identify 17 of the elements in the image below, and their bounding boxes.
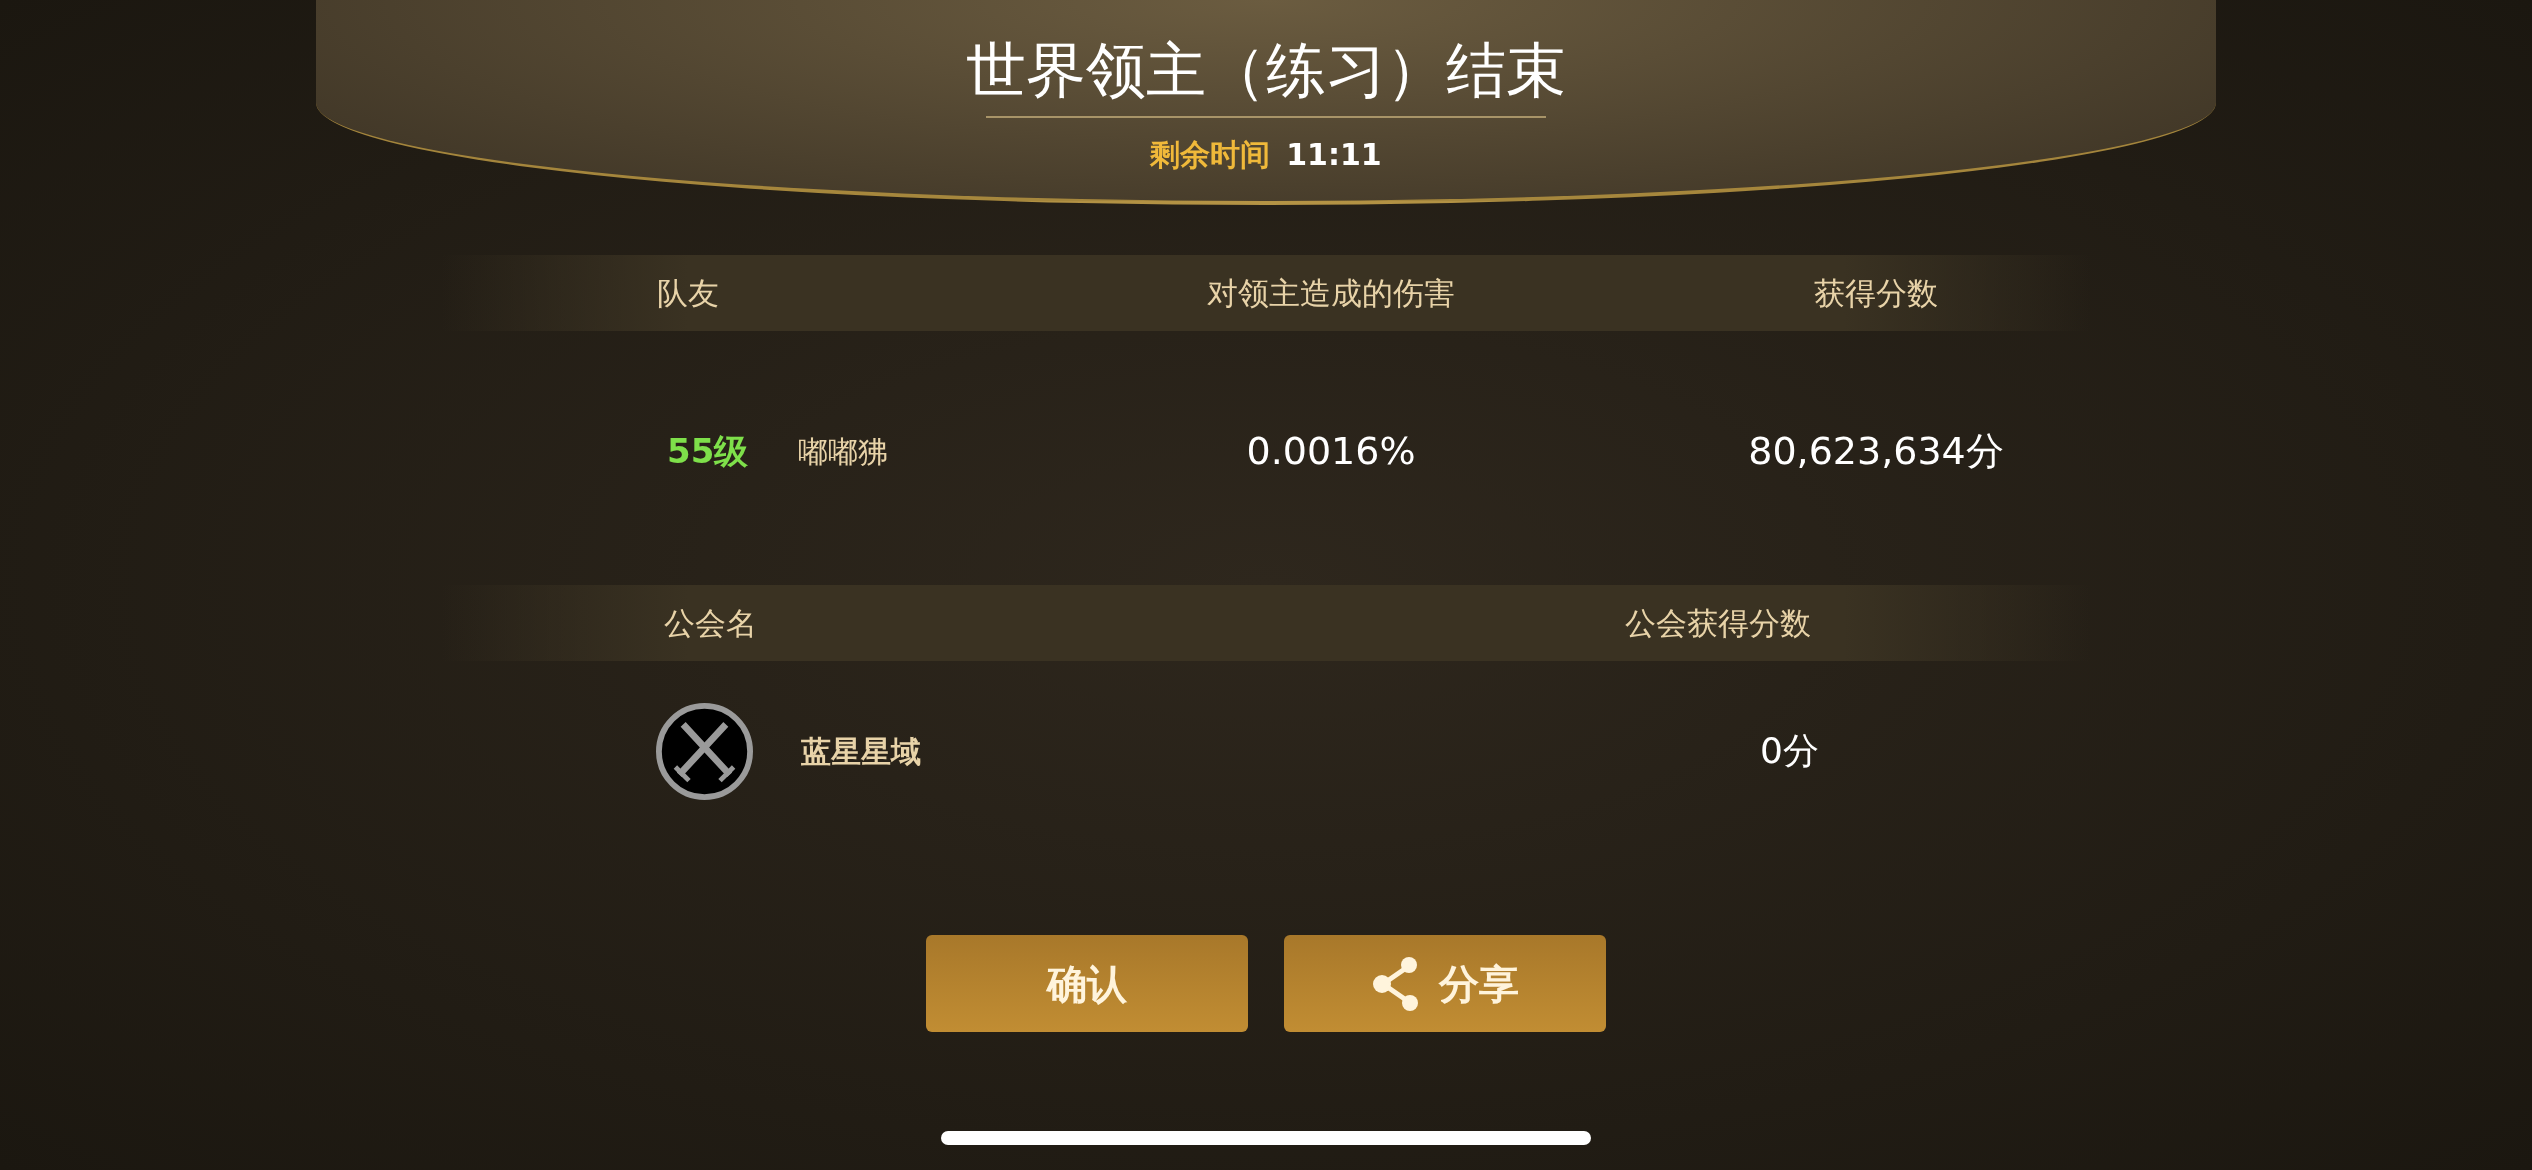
guild-score: 0分 — [1760, 729, 1820, 773]
timer-label: 剩余时间 — [1150, 136, 1271, 174]
guild-name: 蓝星星域 — [801, 732, 921, 771]
player-name: 嘟嘟狒 — [798, 432, 888, 471]
crossed-swords-emblem-icon — [656, 702, 753, 800]
share-button[interactable]: 分享 — [1284, 935, 1606, 1032]
confirm-button[interactable]: 确认 — [926, 935, 1248, 1032]
column-header: 队友 — [656, 273, 720, 313]
window-title: 世界领主（练习）结束 — [966, 34, 1566, 107]
column-header: 获得分数 — [1813, 273, 1939, 313]
timer-value: 11:11 — [1286, 136, 1382, 174]
level-label: 55级 — [666, 429, 750, 473]
column-header: 公会名 — [663, 603, 757, 643]
damage-value: 0.0016% — [1245, 427, 1417, 475]
column-header: 公会获得分数 — [1625, 603, 1812, 643]
score-value: 80,623,634分 — [1747, 427, 2005, 475]
column-header: 对领主造成的伤害 — [1206, 273, 1456, 313]
